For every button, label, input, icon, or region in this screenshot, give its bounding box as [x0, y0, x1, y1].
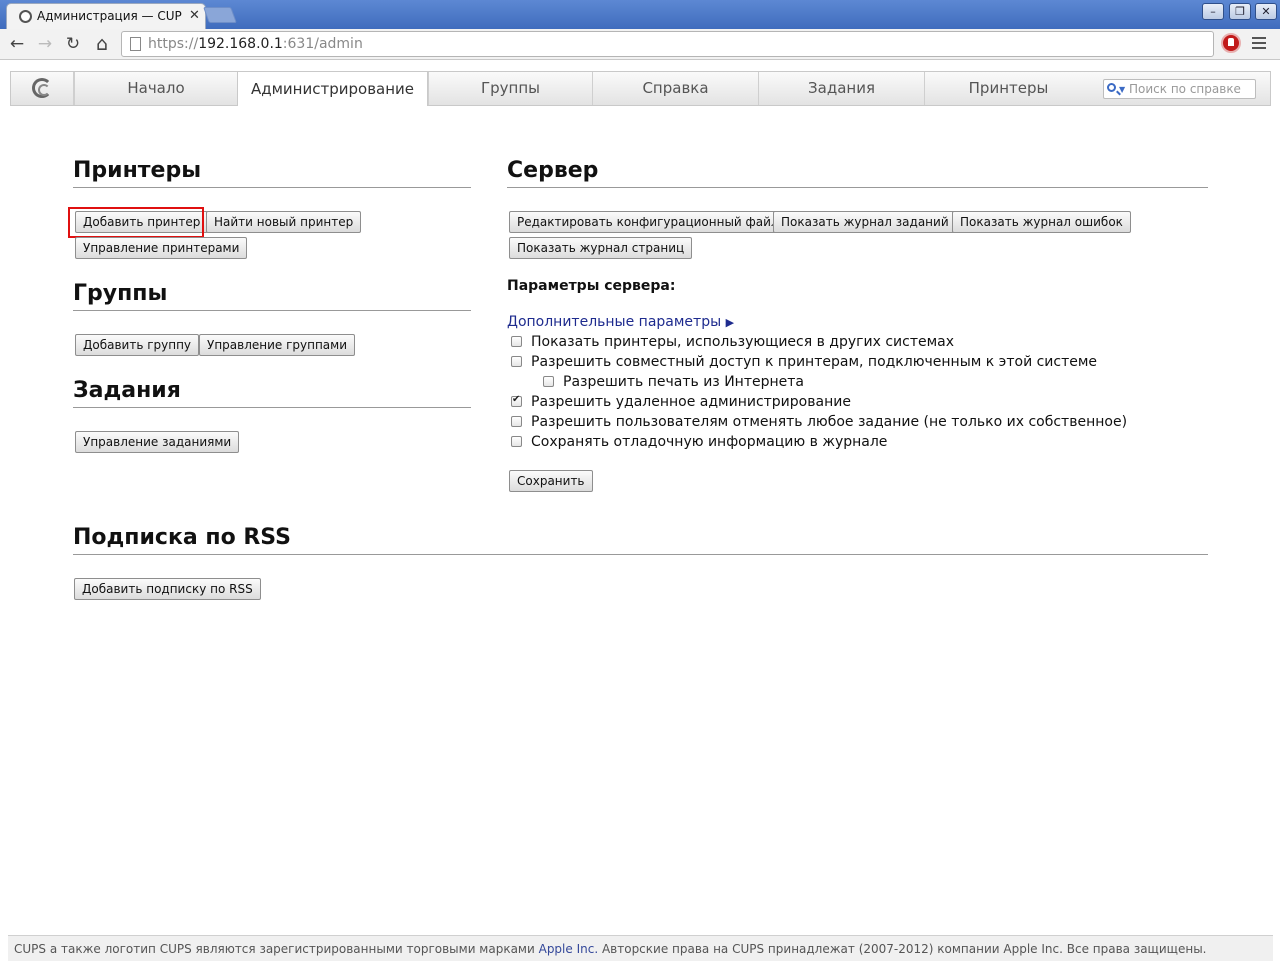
back-arrow-icon[interactable]: ←	[6, 33, 28, 55]
share-local-printers-label: Разрешить совместный доступ к принтерам,…	[531, 354, 1098, 370]
search-icon	[1107, 83, 1116, 92]
share-remote-printers-label: Показать принтеры, использующиеся в друг…	[531, 334, 955, 350]
classes-divider	[73, 310, 471, 311]
cups-logo[interactable]	[11, 72, 74, 105]
restore-button[interactable]: ❐	[1229, 3, 1251, 20]
jobs-divider	[73, 407, 471, 408]
view-access-log-button[interactable]: Показать журнал заданий	[773, 211, 957, 233]
browser-titlebar: Администрация — CUPS ✕ – ❐ ✕	[0, 0, 1280, 29]
adblock-extension-icon[interactable]	[1221, 33, 1241, 53]
minimize-button[interactable]: –	[1202, 3, 1224, 20]
tab-administration[interactable]: Администрирование	[237, 71, 428, 106]
server-settings-title: Параметры сервера:	[507, 278, 676, 294]
remote-admin-label: Разрешить удаленное администрирование	[531, 394, 851, 410]
cups-nav-bar: Начало Администрирование Группы Справка …	[10, 71, 1271, 106]
tab-title: Администрация — CUPS	[37, 9, 182, 23]
add-printer-button[interactable]: Добавить принтер	[75, 211, 209, 233]
find-new-printer-button[interactable]: Найти новый принтер	[206, 211, 362, 233]
browser-toolbar: ← → ↻ ⌂ https://192.168.0.1:631/admin	[0, 29, 1280, 60]
edit-config-button[interactable]: Редактировать конфигурационный файл	[509, 211, 787, 233]
jobs-heading: Задания	[73, 378, 181, 403]
help-search-box[interactable]: ▼	[1103, 79, 1256, 99]
tab-printers[interactable]: Принтеры	[924, 72, 1092, 105]
share-local-printers-checkbox[interactable]	[511, 356, 522, 367]
close-tab-icon[interactable]: ✕	[189, 8, 200, 23]
remote-admin-checkbox[interactable]	[511, 394, 522, 407]
debug-logging-label: Сохранять отладочную информацию в журнал…	[531, 434, 888, 450]
forward-arrow-icon[interactable]: →	[34, 33, 56, 55]
browser-menu-icon[interactable]	[1252, 34, 1268, 52]
expand-arrow-icon: ▶	[725, 316, 735, 329]
manage-printers-button[interactable]: Управление принтерами	[75, 237, 248, 259]
address-bar[interactable]: https://192.168.0.1:631/admin	[121, 31, 1214, 57]
cups-logo-icon	[32, 78, 52, 98]
rss-heading: Подписка по RSS	[73, 525, 292, 550]
classes-heading: Группы	[73, 281, 168, 306]
help-search-input[interactable]	[1129, 81, 1254, 97]
add-rss-subscription-button[interactable]: Добавить подписку по RSS	[74, 578, 261, 600]
apple-inc-link[interactable]: Apple Inc.	[539, 942, 599, 956]
user-cancel-any-label: Разрешить пользователям отменять любое з…	[531, 414, 1128, 430]
view-error-log-button[interactable]: Показать журнал ошибок	[952, 211, 1131, 233]
chevron-down-icon: ▼	[1119, 85, 1126, 94]
manage-classes-button[interactable]: Управление группами	[199, 334, 356, 356]
tab-home[interactable]: Начало	[74, 72, 237, 105]
user-cancel-any-checkbox[interactable]	[511, 416, 522, 427]
printers-divider	[73, 187, 471, 188]
tab-jobs[interactable]: Задания	[758, 72, 924, 105]
server-divider	[507, 187, 1208, 188]
tab-help[interactable]: Справка	[592, 72, 758, 105]
share-remote-printers-checkbox[interactable]	[511, 336, 522, 347]
add-class-button[interactable]: Добавить группу	[75, 334, 200, 356]
tab-classes[interactable]: Группы	[428, 72, 592, 105]
save-settings-button[interactable]: Сохранить	[509, 470, 593, 492]
manage-jobs-button[interactable]: Управление заданиями	[75, 431, 240, 453]
allow-internet-printing-checkbox[interactable]	[543, 376, 554, 387]
view-page-log-button[interactable]: Показать журнал страниц	[509, 237, 693, 259]
server-heading: Сервер	[507, 158, 599, 183]
browser-tab[interactable]: Администрация — CUPS ✕	[6, 3, 206, 29]
allow-internet-printing-label: Разрешить печать из Интернета	[563, 374, 804, 390]
window-close-button[interactable]: ✕	[1255, 3, 1277, 20]
printers-heading: Принтеры	[73, 158, 202, 183]
rss-divider	[73, 554, 1208, 555]
page-icon	[130, 37, 141, 51]
cups-favicon-icon	[19, 10, 32, 23]
url-text: https://192.168.0.1:631/admin	[148, 36, 363, 52]
home-icon[interactable]: ⌂	[91, 33, 113, 55]
page-footer: CUPS а также логотип CUPS являются зарег…	[8, 935, 1273, 961]
advanced-settings-link[interactable]: Дополнительные параметры ▶	[507, 314, 734, 330]
debug-logging-checkbox[interactable]	[511, 436, 522, 447]
reload-icon[interactable]: ↻	[62, 33, 84, 55]
new-tab-button[interactable]	[203, 7, 237, 23]
